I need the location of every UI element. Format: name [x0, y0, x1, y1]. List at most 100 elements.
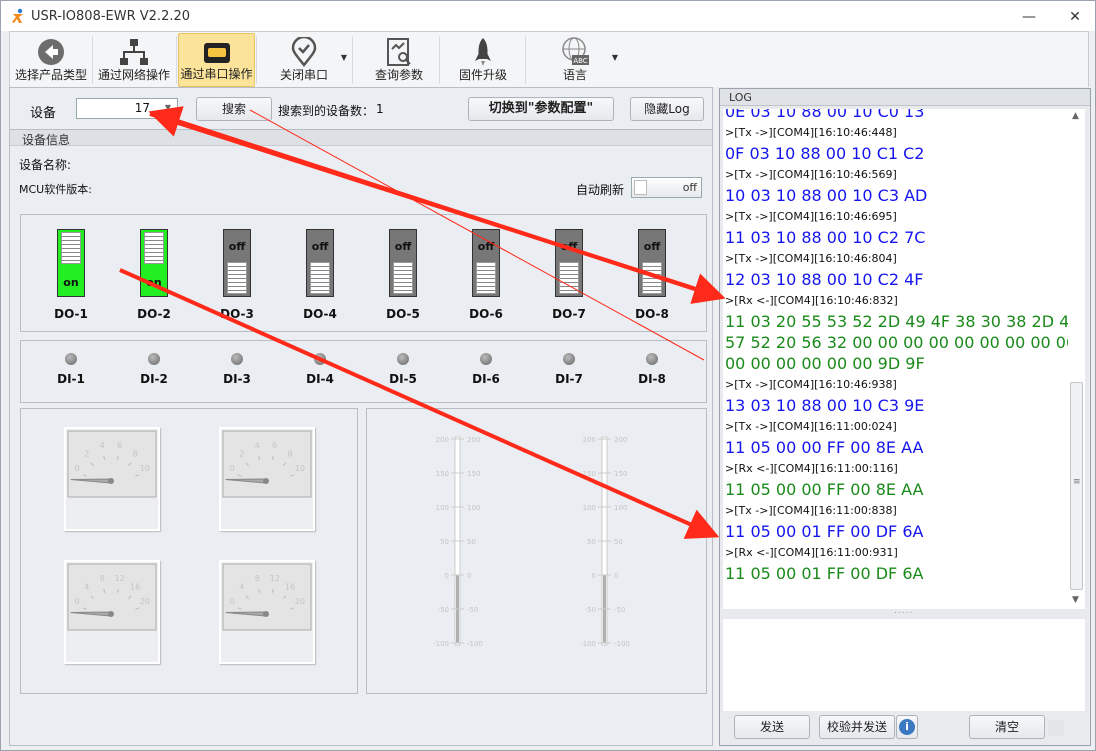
send-input[interactable] [723, 619, 1085, 711]
do-switch-3[interactable]: off [223, 229, 251, 297]
rocket-icon [475, 38, 491, 66]
analog-gauge-1: 0 2 4 6 8 10 [64, 427, 160, 531]
dropdown-arrow-icon[interactable]: ▼ [612, 53, 618, 62]
toolbar-button-location-check[interactable]: 关闭串口 ▼ [257, 33, 351, 87]
device-select[interactable]: 17 ▼ [76, 98, 178, 119]
toolbar-button-rocket[interactable]: 固件升级 [442, 33, 524, 87]
log-entry-data: 0F 03 10 88 00 10 C1 C2 [725, 144, 925, 163]
gauge-tick-label: 0 [75, 597, 80, 606]
splitter-handle[interactable]: ..... [894, 606, 913, 616]
log-entry-header: >[Rx <-][COM4][16:11:00:116] [725, 462, 898, 475]
gauge-tick-label: 8 [133, 449, 138, 458]
location-check-icon [291, 37, 317, 67]
do-switch-8[interactable]: off [638, 229, 666, 297]
toolbar-label: 固件升级 [458, 68, 507, 82]
di-label: DI-1 [57, 372, 85, 386]
device-panel: 设备 17 ▼ 搜索 搜索到的设备数： 1 切换到"参数配置" 隐藏Log 设备… [9, 87, 713, 746]
switch-knob [642, 262, 662, 294]
toolbar-label: 查询参数 [374, 68, 423, 82]
toolbar-separator [352, 36, 353, 84]
bar-tick-label-right: 0 [614, 572, 618, 580]
analog-gauge-2: 0 2 4 6 8 10 [219, 427, 315, 531]
di-label: DI-8 [638, 372, 666, 386]
log-title: LOG [729, 91, 752, 104]
bar-tick-label: -100 [433, 640, 449, 648]
do-switch-4[interactable]: off [306, 229, 334, 297]
di-indicator-led [397, 353, 409, 365]
di-label: DI-2 [140, 372, 168, 386]
do-switch-6[interactable]: off [472, 229, 500, 297]
toolbar-button-serial-port[interactable]: 通过串口操作 [178, 33, 255, 87]
di-indicator-led [65, 353, 77, 365]
switch-knob [310, 262, 330, 294]
log-entry-data: 0E 03 10 88 00 10 C0 13 [725, 109, 925, 121]
bar-tick-label-right: 200 [467, 436, 480, 444]
gauge-tick-label: 0 [230, 464, 235, 473]
bar-tick-label-right: 100 [467, 504, 480, 512]
clear-button[interactable]: 清空 [969, 715, 1045, 739]
auto-refresh-label: 自动刷新 [576, 183, 625, 197]
app-window: USR-IO808-EWR V2.2.20 — ✕ 选择产品类型 通过网络操作 通过… [0, 0, 1096, 751]
do-switch-7[interactable]: off [555, 229, 583, 297]
gauge-tick-label: 0 [230, 597, 235, 606]
toolbar-button-query-doc[interactable]: 查询参数 [360, 33, 438, 87]
gauge-dial: 04 8 12 1620 [67, 563, 157, 631]
auto-refresh-toggle[interactable]: off [631, 177, 702, 198]
log-entry-data: 11 03 10 88 00 10 C2 7C [725, 228, 926, 247]
send-button[interactable]: 发送 [734, 715, 810, 739]
log-entry-header: >[Tx ->][COM4][16:11:00:024] [725, 420, 897, 433]
device-name-label: 设备名称: [19, 158, 72, 172]
chevron-down-icon[interactable]: ▼ [165, 103, 171, 112]
log-output[interactable]: 0E 03 10 88 00 10 C0 13 >[Tx ->][COM4][16… [723, 109, 1068, 609]
gauge-dial: 02 4 6 810 [222, 430, 312, 498]
info-button[interactable]: i [896, 715, 918, 739]
toolbar-label: 通过网络操作 [97, 68, 170, 82]
switch-state: off [228, 240, 246, 253]
gauge-pivot [108, 611, 114, 617]
di-label: DI-7 [555, 372, 583, 386]
close-button[interactable]: ✕ [1065, 7, 1085, 27]
scroll-thumb[interactable]: ≡ [1070, 382, 1083, 590]
toolbar-button-back-arrow[interactable]: 选择产品类型 [11, 33, 91, 87]
log-entry-header: >[Tx ->][COM4][16:10:46:448] [725, 126, 897, 139]
log-entry-data: 57 52 20 56 32 00 00 00 00 00 00 00 00 0… [725, 333, 1068, 352]
gauge-tick-label: 2 [239, 449, 244, 458]
gauge-tick-label: 6 [117, 441, 122, 450]
do-label: DO-6 [469, 307, 503, 321]
toolbar-button-network[interactable]: 通过网络操作 [93, 33, 175, 87]
mcu-version-label: MCU软件版本: [19, 183, 92, 196]
log-entry-header: >[Tx ->][COM4][16:11:00:838] [725, 504, 897, 517]
toolbar-button-globe-abc[interactable]: ABC 语言 ▼ [528, 33, 622, 87]
log-entry-header: >[Tx ->][COM4][16:10:46:804] [725, 252, 897, 265]
log-entry-data: 13 03 10 88 00 10 C3 9E [725, 396, 925, 415]
minimize-button[interactable]: — [1019, 7, 1039, 27]
gauge-pivot [108, 478, 114, 484]
bar-tick-label: -50 [438, 606, 449, 614]
do-label: DO-4 [303, 307, 337, 321]
scroll-down-icon[interactable]: ▼ [1072, 595, 1079, 605]
do-switch-5[interactable]: off [389, 229, 417, 297]
bar-tick-label: 50 [440, 538, 449, 546]
dropdown-arrow-icon[interactable]: ▼ [341, 53, 347, 62]
svg-text:ABC: ABC [573, 57, 587, 65]
do-switch-2[interactable]: on [140, 229, 168, 297]
gauge-tick-label: 4 [239, 582, 244, 591]
search-button[interactable]: 搜索 [196, 97, 272, 121]
hide-log-button[interactable]: 隐藏Log [630, 97, 704, 121]
bar-tick-label: 0 [445, 572, 449, 580]
di-label: DI-4 [306, 372, 334, 386]
check-send-button[interactable]: 校验并发送 [819, 715, 895, 739]
bar-tick-label-right: -50 [614, 606, 625, 614]
toolbar-separator [525, 36, 526, 84]
app-logo-icon [12, 8, 23, 23]
log-scrollbar[interactable]: ▲ ≡ ▼ [1068, 109, 1085, 609]
gauge-dial: 02 4 6 810 [67, 430, 157, 498]
switch-knob [559, 262, 579, 294]
switch-config-button[interactable]: 切换到"参数配置" [468, 97, 614, 121]
di-indicator-led [563, 353, 575, 365]
do-switch-1[interactable]: on [57, 229, 85, 297]
gauge-tick-label: 8 [288, 449, 293, 458]
scroll-up-icon[interactable]: ▲ [1072, 111, 1079, 121]
log-entry-header: >[Rx <-][COM4][16:10:46:832] [725, 294, 898, 307]
gauge-tick-label: 4 [255, 441, 260, 450]
